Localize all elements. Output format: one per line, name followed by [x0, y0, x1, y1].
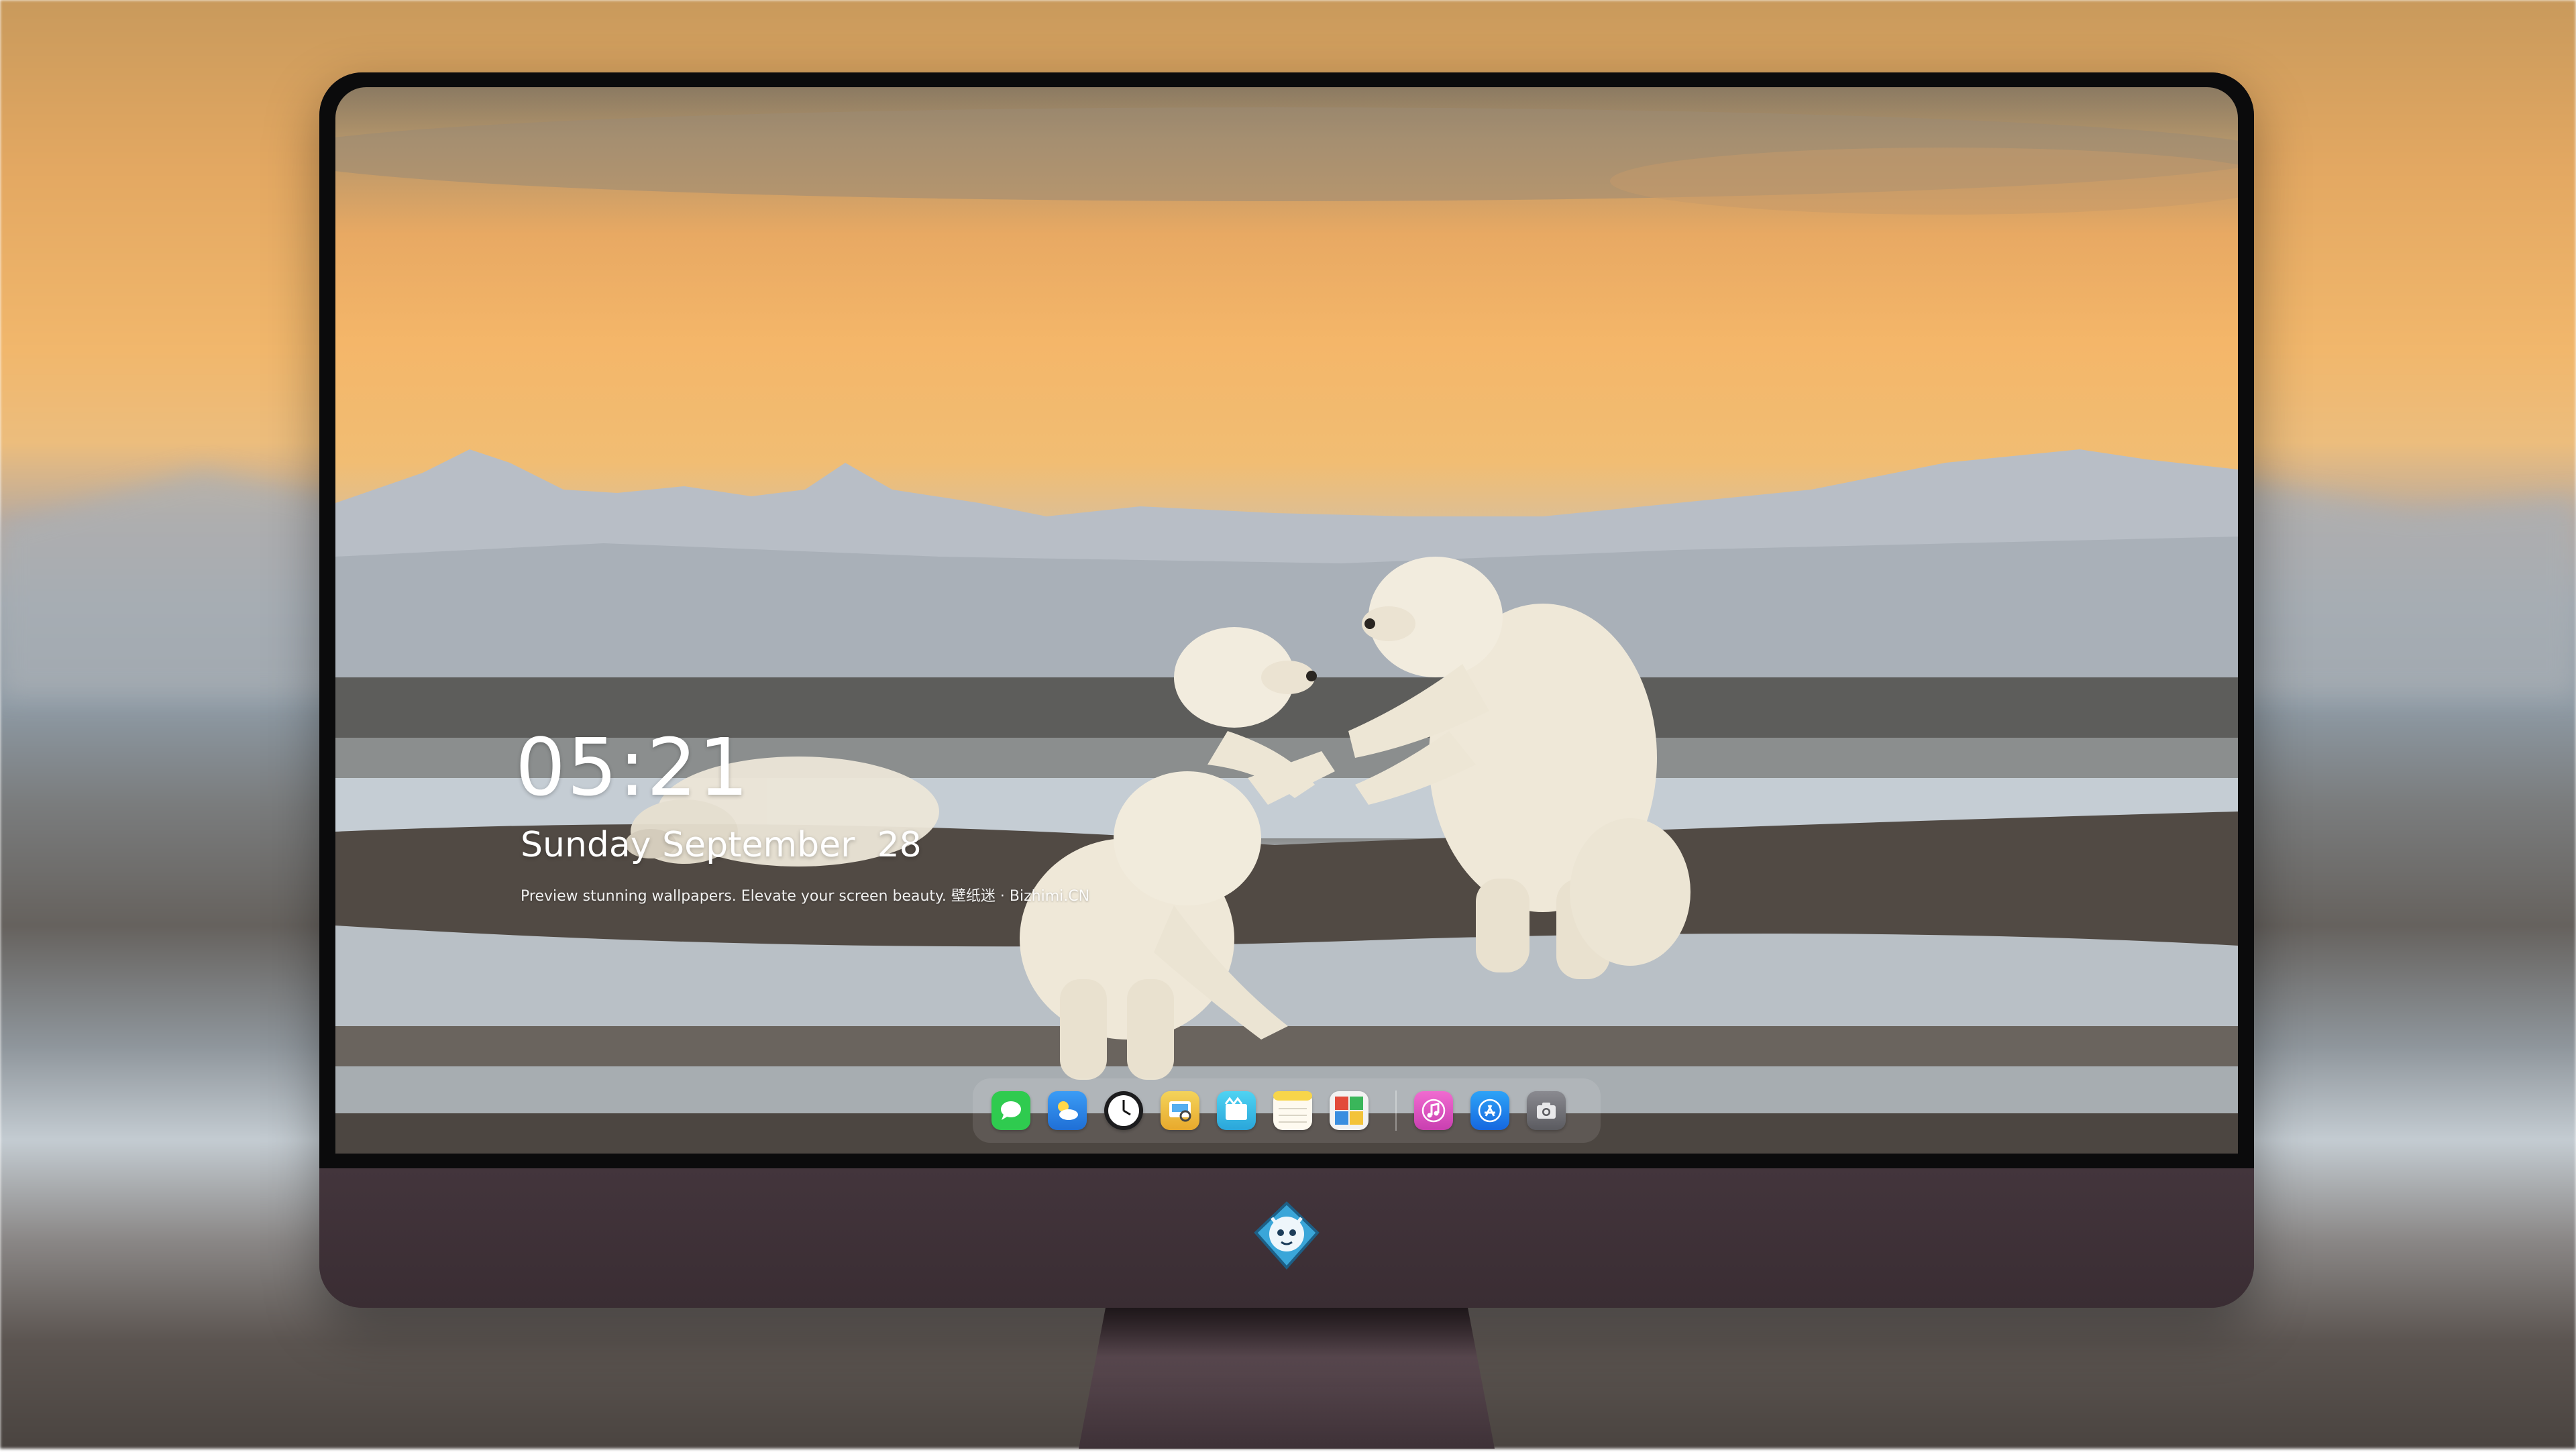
lockscreen[interactable]: 05:21 Sunday September 28 Preview stunni… — [335, 87, 2238, 1154]
lockscreen-date: Sunday September 28 — [521, 825, 922, 865]
preview-icon[interactable] — [1161, 1091, 1199, 1130]
photo-booth-icon[interactable] — [1330, 1091, 1368, 1130]
mascot-logo-icon — [1252, 1200, 1322, 1270]
dock — [973, 1078, 1601, 1143]
dock-separator — [1395, 1091, 1397, 1131]
wallpaper-tagline: Preview stunning wallpapers. Elevate you… — [521, 888, 1090, 905]
screenshot-icon[interactable] — [1527, 1091, 1566, 1130]
music-icon[interactable] — [1414, 1091, 1453, 1130]
monitor-stand — [1079, 1308, 1495, 1449]
clock-icon[interactable] — [1104, 1091, 1143, 1130]
wallpaper-polar-bears — [335, 107, 2238, 1154]
notes-icon[interactable] — [1273, 1091, 1312, 1130]
clips-icon[interactable] — [1217, 1091, 1256, 1130]
lockscreen-time: 05:21 — [515, 721, 751, 814]
weather-icon[interactable] — [1048, 1091, 1087, 1130]
messages-icon[interactable] — [991, 1091, 1030, 1130]
app-store-icon[interactable] — [1470, 1091, 1509, 1130]
